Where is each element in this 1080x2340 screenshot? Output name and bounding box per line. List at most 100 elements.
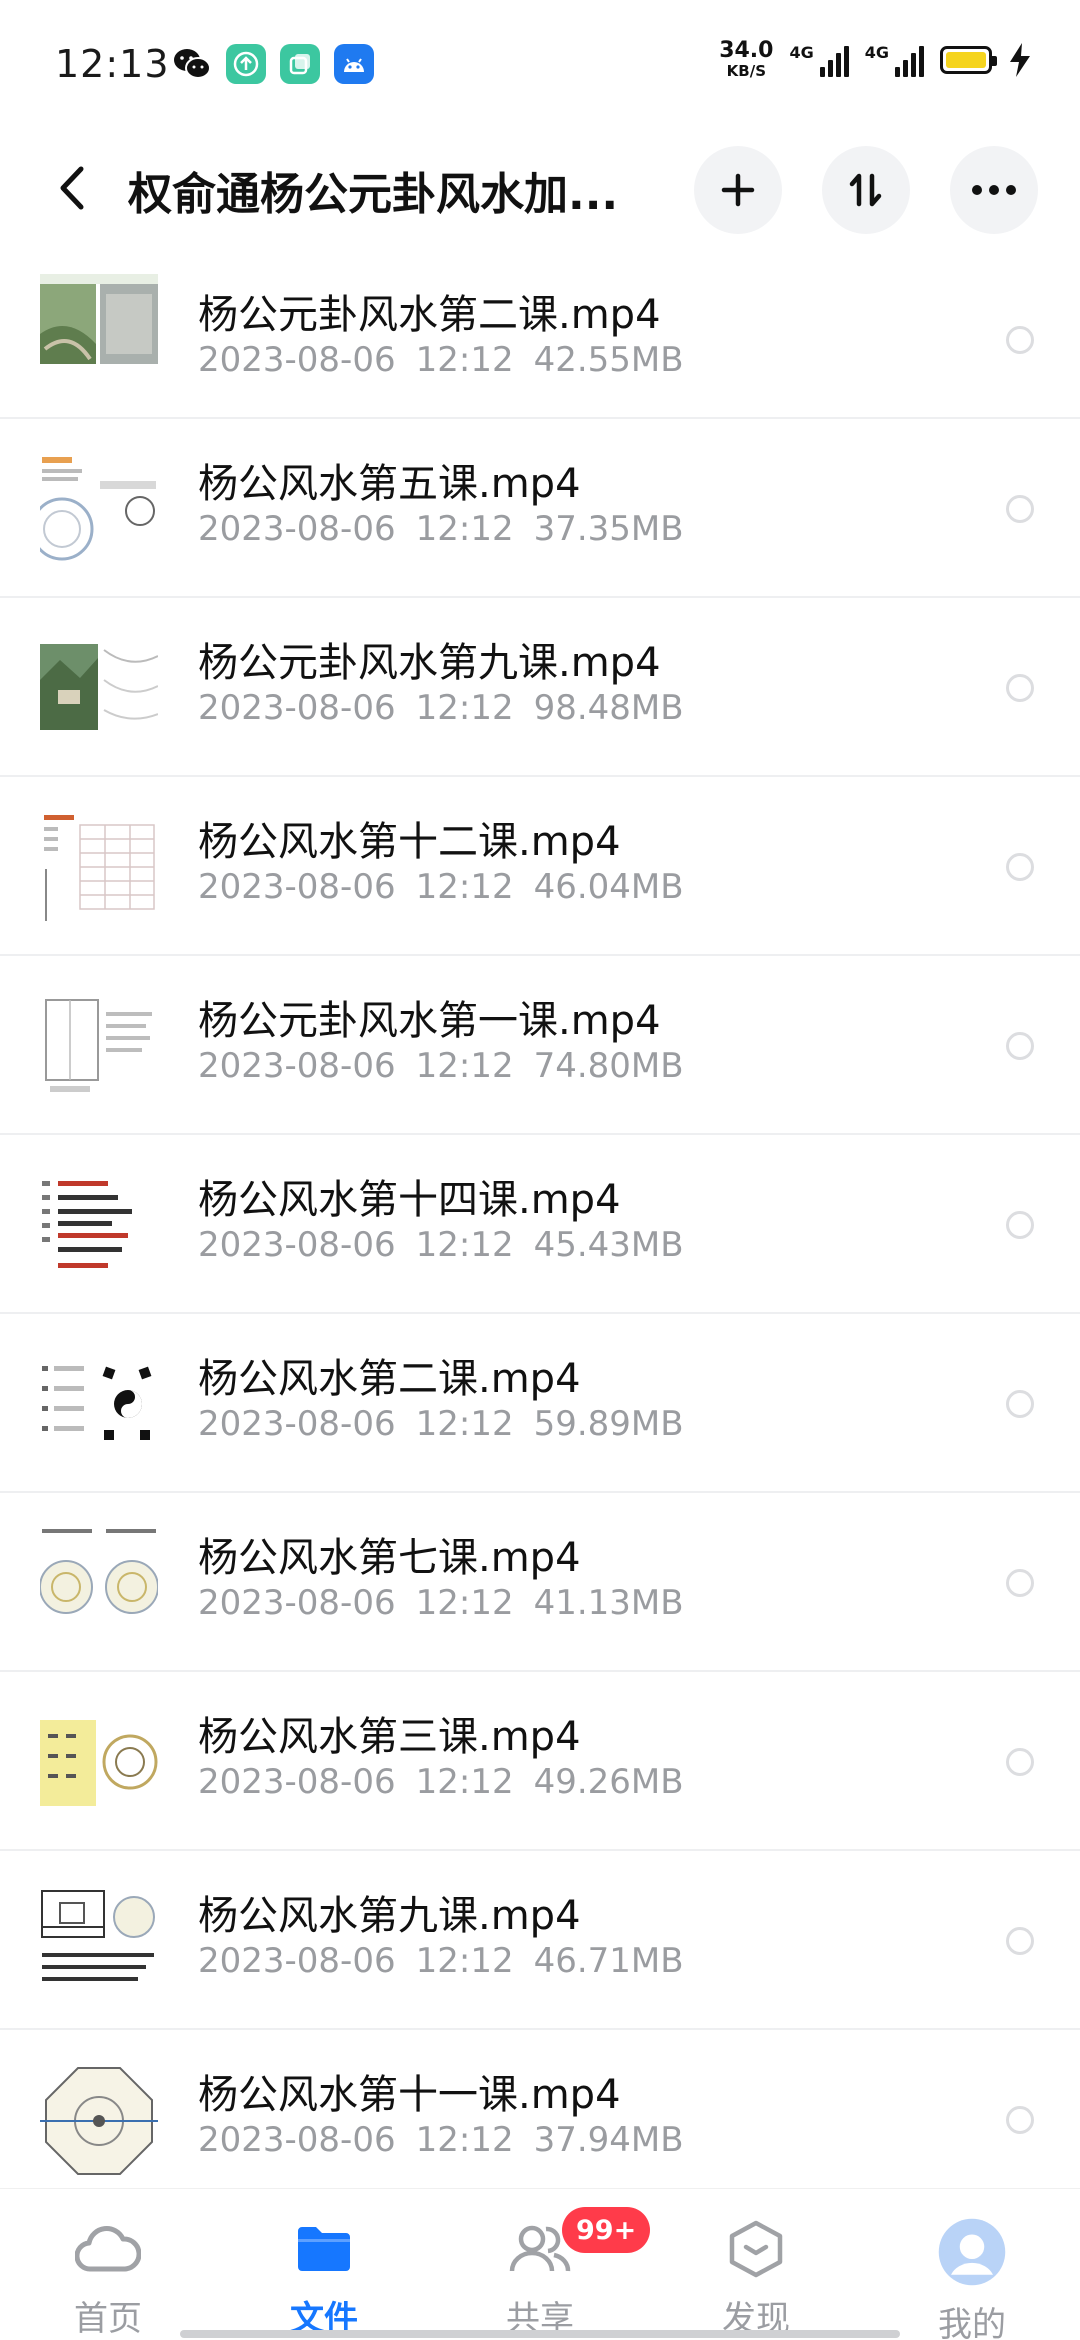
file-time: 12:12 bbox=[415, 1583, 514, 1623]
file-meta: 2023-08-06 12:12 37.35MB bbox=[198, 509, 704, 549]
signal-label: 4G bbox=[864, 42, 889, 62]
file-list: 杨公元卦风水第二课.mp4 2023-08-06 12:12 42.55MB 杨公风… bbox=[0, 250, 1080, 2209]
select-radio[interactable] bbox=[1006, 1927, 1034, 1955]
file-meta: 2023-08-06 12:12 59.89MB bbox=[198, 1404, 704, 1444]
file-size: 37.94MB bbox=[533, 2120, 684, 2160]
file-date: 2023-08-06 bbox=[198, 1225, 396, 1265]
more-icon bbox=[972, 185, 1016, 195]
file-meta: 2023-08-06 12:12 49.26MB bbox=[198, 1762, 704, 1802]
file-date: 2023-08-06 bbox=[198, 688, 396, 728]
list-item[interactable]: 杨公风水第九课.mp4 2023-08-06 12:12 46.71MB bbox=[0, 1851, 1080, 2030]
sort-icon bbox=[849, 173, 882, 207]
select-radio[interactable] bbox=[1006, 2106, 1034, 2134]
video-thumbnail bbox=[40, 988, 158, 1106]
bottom-navigation: 首页 文件 99+ 共享 发现 我的 bbox=[0, 2188, 1080, 2340]
list-item[interactable]: 杨公风水第五课.mp4 2023-08-06 12:12 37.35MB bbox=[0, 419, 1080, 598]
back-button[interactable] bbox=[44, 156, 100, 220]
file-name: 杨公风水第十四课.mp4 bbox=[198, 1177, 621, 1223]
gallery-icon bbox=[280, 44, 320, 84]
file-size: 59.89MB bbox=[533, 1404, 684, 1444]
select-radio[interactable] bbox=[1006, 853, 1034, 881]
status-time: 12:13 bbox=[55, 42, 170, 86]
status-bar: 12:13 34.0 KB/S 4G 4G bbox=[0, 0, 1080, 130]
file-size: 45.43MB bbox=[533, 1225, 684, 1265]
nav-profile[interactable]: 我的 bbox=[864, 2189, 1080, 2340]
network-speed-unit: KB/S bbox=[726, 62, 766, 80]
file-meta: 2023-08-06 12:12 42.55MB bbox=[198, 340, 704, 380]
select-radio[interactable] bbox=[1006, 495, 1034, 523]
list-item[interactable]: 杨公元卦风水第二课.mp4 2023-08-06 12:12 42.55MB bbox=[0, 250, 1080, 419]
video-thumbnail bbox=[40, 809, 158, 927]
charging-icon bbox=[1010, 42, 1030, 77]
file-size: 37.35MB bbox=[533, 509, 684, 549]
file-date: 2023-08-06 bbox=[198, 1046, 396, 1086]
nav-files[interactable]: 文件 bbox=[216, 2189, 432, 2340]
notification-badge: 99+ bbox=[562, 2207, 651, 2253]
file-time: 12:12 bbox=[415, 688, 514, 728]
select-radio[interactable] bbox=[1006, 1390, 1034, 1418]
file-time: 12:12 bbox=[415, 1046, 514, 1086]
status-indicators: 34.0 KB/S 4G 4G bbox=[719, 40, 1032, 79]
signal-icon: 4G bbox=[789, 42, 849, 77]
file-date: 2023-08-06 bbox=[198, 867, 396, 907]
file-size: 46.71MB bbox=[533, 1941, 684, 1981]
file-meta: 2023-08-06 12:12 46.04MB bbox=[198, 867, 704, 907]
signal-icon: 4G bbox=[865, 43, 924, 77]
network-speed-value: 34.0 bbox=[719, 38, 774, 63]
select-radio[interactable] bbox=[1006, 1569, 1034, 1597]
android-icon bbox=[334, 44, 374, 84]
discover-icon bbox=[721, 2217, 791, 2281]
file-time: 12:12 bbox=[415, 2120, 514, 2160]
profile-avatar-icon bbox=[937, 2217, 1007, 2287]
file-name: 杨公风水第五课.mp4 bbox=[198, 461, 581, 507]
nav-home[interactable]: 首页 bbox=[0, 2189, 216, 2340]
nav-label: 我的 bbox=[938, 2305, 1006, 2340]
signal-label: 4G bbox=[789, 42, 814, 62]
more-button[interactable] bbox=[950, 146, 1038, 234]
select-radio[interactable] bbox=[1006, 1748, 1034, 1776]
file-date: 2023-08-06 bbox=[198, 1762, 396, 1802]
video-thumbnail bbox=[40, 451, 158, 569]
cloud-icon bbox=[73, 2217, 143, 2281]
file-size: 42.55MB bbox=[533, 340, 684, 380]
list-item[interactable]: 杨公风水第十四课.mp4 2023-08-06 12:12 45.43MB bbox=[0, 1135, 1080, 1314]
list-item[interactable]: 杨公元卦风水第九课.mp4 2023-08-06 12:12 98.48MB bbox=[0, 598, 1080, 777]
plus-icon bbox=[721, 173, 755, 207]
video-thumbnail bbox=[40, 630, 158, 748]
list-item[interactable]: 杨公风水第三课.mp4 2023-08-06 12:12 49.26MB bbox=[0, 1672, 1080, 1851]
select-radio[interactable] bbox=[1006, 326, 1034, 354]
select-radio[interactable] bbox=[1006, 674, 1034, 702]
nav-discover[interactable]: 发现 bbox=[648, 2189, 864, 2340]
file-meta: 2023-08-06 12:12 74.80MB bbox=[198, 1046, 704, 1086]
file-time: 12:12 bbox=[415, 1404, 514, 1444]
file-name: 杨公风水第十二课.mp4 bbox=[198, 819, 621, 865]
file-time: 12:12 bbox=[415, 1225, 514, 1265]
file-size: 41.13MB bbox=[533, 1583, 684, 1623]
list-item[interactable]: 杨公元卦风水第一课.mp4 2023-08-06 12:12 74.80MB bbox=[0, 956, 1080, 1135]
back-arrow-icon bbox=[60, 166, 84, 210]
file-size: 74.80MB bbox=[533, 1046, 684, 1086]
select-radio[interactable] bbox=[1006, 1032, 1034, 1060]
home-indicator[interactable] bbox=[180, 2330, 900, 2338]
file-date: 2023-08-06 bbox=[198, 509, 396, 549]
file-name: 杨公风水第七课.mp4 bbox=[198, 1535, 581, 1581]
file-name: 杨公元卦风水第一课.mp4 bbox=[198, 998, 661, 1044]
sort-button[interactable] bbox=[822, 146, 910, 234]
video-thumbnail bbox=[40, 1883, 158, 2001]
video-thumbnail bbox=[40, 1704, 158, 1822]
list-item[interactable]: 杨公风水第十一课.mp4 2023-08-06 12:12 37.94MB bbox=[0, 2030, 1080, 2209]
add-button[interactable] bbox=[694, 146, 782, 234]
select-radio[interactable] bbox=[1006, 1211, 1034, 1239]
folder-icon bbox=[289, 2217, 359, 2281]
file-meta: 2023-08-06 12:12 98.48MB bbox=[198, 688, 704, 728]
battery-icon bbox=[940, 45, 997, 74]
nav-share[interactable]: 99+ 共享 bbox=[432, 2189, 651, 2340]
file-size: 46.04MB bbox=[533, 867, 684, 907]
list-item[interactable]: 杨公风水第十二课.mp4 2023-08-06 12:12 46.04MB bbox=[0, 777, 1080, 956]
list-item[interactable]: 杨公风水第二课.mp4 2023-08-06 12:12 59.89MB bbox=[0, 1314, 1080, 1493]
list-item[interactable]: 杨公风水第七课.mp4 2023-08-06 12:12 41.13MB bbox=[0, 1493, 1080, 1672]
upload-icon bbox=[226, 44, 266, 84]
file-size: 98.48MB bbox=[533, 688, 684, 728]
file-name: 杨公风水第二课.mp4 bbox=[198, 1356, 581, 1402]
status-app-icons bbox=[172, 44, 374, 84]
